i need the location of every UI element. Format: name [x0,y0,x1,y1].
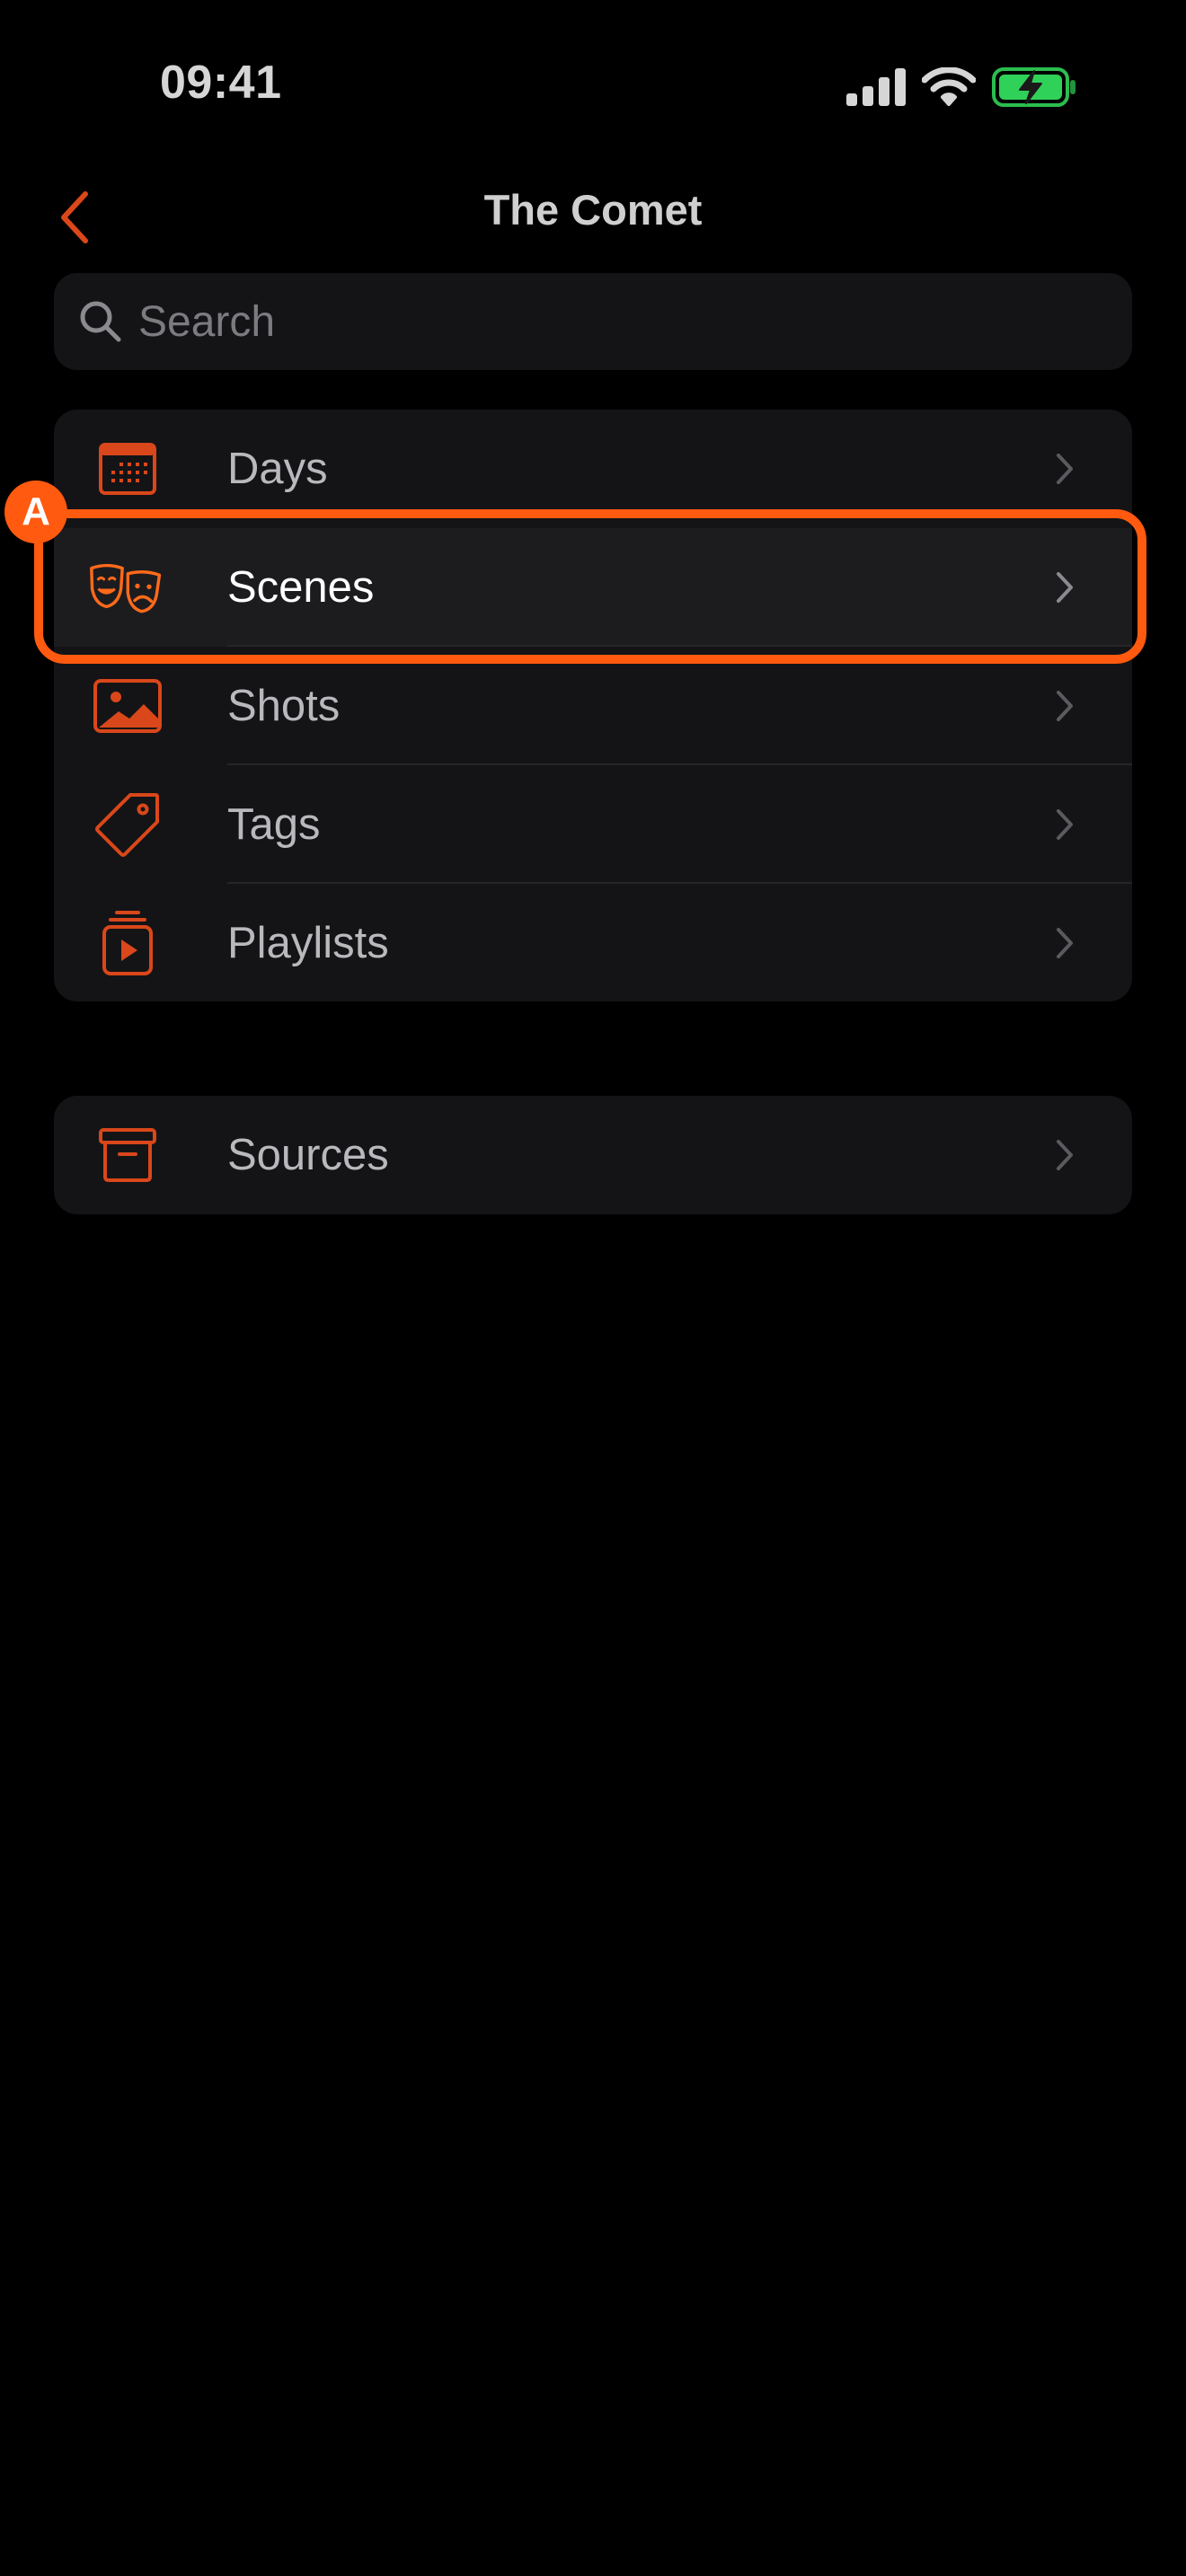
archive-box-icon [92,1119,164,1191]
menu-item-scenes[interactable]: Scenes [54,528,1132,647]
sources-group: Sources [54,1096,1132,1214]
chevron-right-icon [1051,1135,1078,1175]
status-icons [846,66,1078,112]
chevron-right-icon [1051,686,1078,726]
chevron-right-icon [1051,923,1078,963]
magnifying-glass-icon [74,295,128,348]
cellular-signal-icon [846,68,906,110]
menu-item-label: Playlists [227,919,389,967]
menu-item-label: Days [227,445,328,493]
status-time: 09:41 [160,57,282,109]
wifi-icon [921,66,977,111]
battery-charging-icon [992,66,1078,112]
menu-item-tags[interactable]: Tags [54,765,1132,884]
chevron-right-icon [1051,805,1078,844]
status-bar: 09:41 [0,0,1186,171]
photo-icon [92,670,164,742]
chevron-right-icon [1051,449,1078,489]
menu-item-label: Sources [227,1131,389,1179]
chevron-right-icon [1051,568,1078,607]
menu-item-label: Shots [227,682,341,730]
page-title: The Comet [483,186,703,234]
tag-icon [92,789,164,860]
menu-group: Days Scenes Shots Tags Playlists [54,410,1132,1001]
menu-item-playlists[interactable]: Playlists [54,884,1132,1002]
menu-item-shots[interactable]: Shots [54,647,1132,765]
menu-item-label: Scenes [227,563,375,612]
nav-bar: The Comet [0,171,1186,269]
search-input[interactable] [137,296,1111,348]
search-bar[interactable] [54,273,1132,370]
playlist-icon [92,907,164,979]
theater-masks-icon [90,551,164,623]
menu-item-label: Tags [227,800,321,849]
menu-item-days[interactable]: Days [54,410,1132,528]
annotation-marker: A [4,481,67,543]
menu-item-sources[interactable]: Sources [54,1096,1132,1214]
calendar-icon [92,433,164,505]
